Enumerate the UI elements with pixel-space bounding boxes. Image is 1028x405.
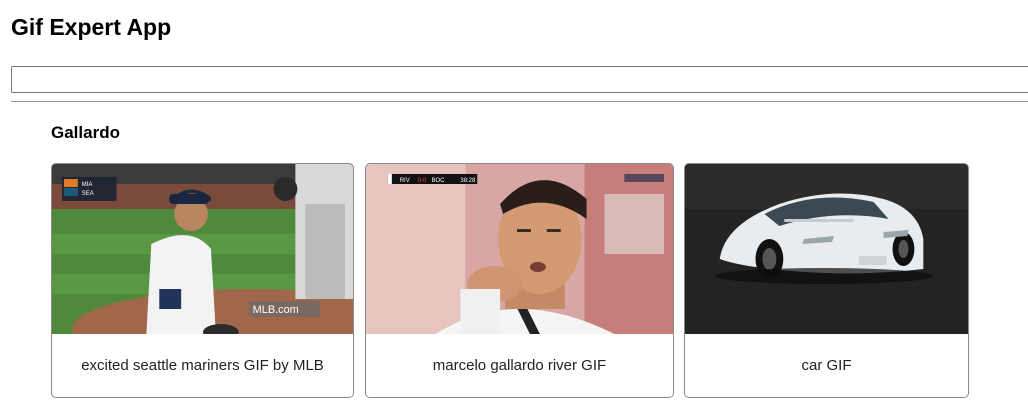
team-a-label: RIV <box>400 178 410 184</box>
gif-image: MIA SEA MLB.com <box>52 164 353 334</box>
clock-label: 38:28 <box>460 178 476 184</box>
gif-card[interactable]: RIV 0-0 BOC 38:28 marcelo gallardo river… <box>365 163 674 398</box>
gif-card[interactable]: MIA SEA MLB.com excited seattle mariners… <box>51 163 354 398</box>
category-title: Gallardo <box>51 123 120 142</box>
team-b-label: BOC <box>432 178 446 184</box>
mlb-watermark: MLB.com <box>253 304 299 316</box>
app-title: Gif Expert App <box>11 14 172 40</box>
gif-card[interactable]: car GIF <box>684 163 969 398</box>
gif-title: marcelo gallardo river GIF <box>432 357 607 374</box>
gif-image: RIV 0-0 BOC 38:28 <box>366 164 673 334</box>
gif-title: car GIF <box>801 357 852 374</box>
gif-image <box>685 164 968 334</box>
gif-title: excited seattle mariners GIF by MLB <box>81 357 324 374</box>
score-team-away: SEA <box>82 191 94 197</box>
score-team-home: MIA <box>82 182 93 188</box>
search-input[interactable] <box>11 66 1028 93</box>
score-label: 0-0 <box>418 178 427 184</box>
divider <box>11 101 1028 102</box>
